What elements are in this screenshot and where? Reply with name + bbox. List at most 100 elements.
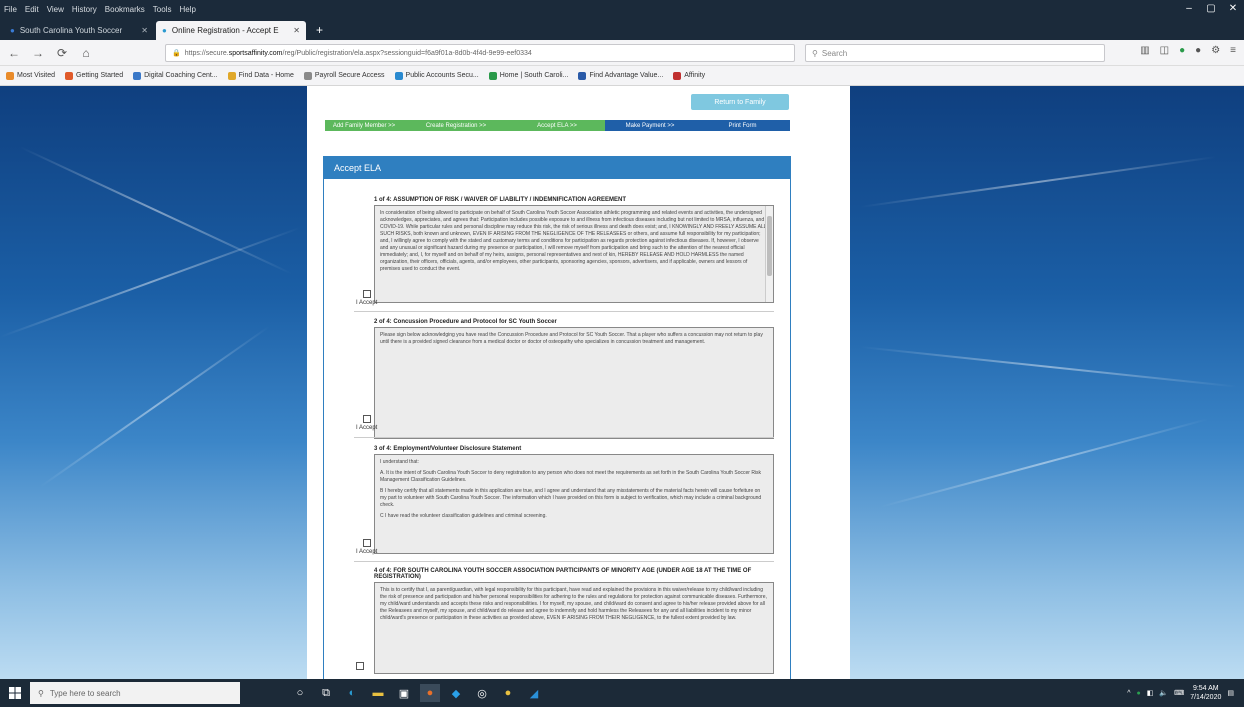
section-text-box[interactable]: I understand that: A. It is the intent o… [374,454,774,554]
tab-label: South Carolina Youth Soccer [19,26,123,35]
extension-icon[interactable]: ● [1179,45,1185,56]
bookmark-label: Payroll Secure Access [314,72,385,79]
store-icon[interactable]: ▣ [394,684,414,702]
task-view-icon[interactable]: ⧉ [316,684,336,702]
favicon-icon: ● [162,26,167,35]
maximize-button[interactable]: ▢ [1200,0,1222,18]
accept-checkbox-4[interactable] [356,662,364,672]
bookmark-label: Digital Coaching Cent... [144,72,218,79]
section-title: 1 of 4: ASSUMPTION OF RISK / WAIVER OF L… [374,197,627,203]
home-icon[interactable]: ⌂ [78,46,94,60]
close-tab-icon[interactable]: ✕ [293,26,300,35]
step-create-registration: Create Registration >> [403,120,509,131]
bookmark-label: Most Visited [17,72,55,79]
app-icon[interactable]: ● [498,684,518,702]
app-icon[interactable]: ◆ [446,684,466,702]
tray-app-icon[interactable]: ● [1137,690,1141,697]
menu-edit[interactable]: Edit [21,5,43,14]
scrollbar-thumb[interactable] [767,216,772,276]
return-to-family-button[interactable]: Return to Family [691,94,789,110]
checkbox[interactable] [356,662,364,670]
section-title: 2 of 4: Concussion Procedure and Protoco… [374,319,557,325]
checkbox[interactable] [362,290,371,298]
bookmark-item[interactable]: Most Visited [6,71,55,80]
section-text-box[interactable]: This is to certify that I, as parent/gua… [374,582,774,674]
sidebar-icon[interactable]: ◫ [1160,45,1169,56]
bookmark-item[interactable]: Digital Coaching Cent... [133,71,218,80]
scrollbar[interactable] [765,206,773,302]
bookmark-item[interactable]: Affinity [673,71,706,80]
checkbox[interactable] [362,415,371,423]
forward-icon[interactable]: → [30,46,46,60]
library-icon[interactable]: ▥ [1140,45,1149,56]
bookmark-item[interactable]: Getting Started [65,71,124,80]
reload-icon[interactable]: ⟳ [54,46,70,60]
windows-start-icon[interactable] [0,679,30,707]
keyboard-icon[interactable]: ⌨ [1174,689,1184,697]
search-input[interactable]: ⚲ Search [805,44,1105,62]
screen: File Edit View History Bookmarks Tools H… [0,0,1244,707]
menu-view[interactable]: View [43,5,68,14]
section-divider [354,437,774,438]
cortana-icon[interactable]: ○ [290,684,310,702]
background-streak [859,346,1239,388]
file-explorer-icon[interactable]: ▬ [368,684,388,702]
favicon-icon: ● [10,26,15,35]
menu-history[interactable]: History [68,5,101,14]
url-bar[interactable]: 🔒 https://secure. sportsaffinity.com/reg/… [165,44,795,62]
extension-icon[interactable]: ● [1195,45,1201,56]
ela-section-1: 1 of 4: ASSUMPTION OF RISK / WAIVER OF L… [374,197,774,303]
bookmark-item[interactable]: Find Advantage Value... [578,71,663,80]
bookmark-label: Getting Started [76,72,124,79]
menu-tools[interactable]: Tools [149,5,176,14]
bookmarks-bar: Most Visited Getting Started Digital Coa… [0,66,1244,86]
ela-section-2: 2 of 4: Concussion Procedure and Protoco… [374,319,774,439]
url-path: /reg/Public/registration/ela.aspx?sessio… [282,49,532,57]
network-icon[interactable]: ◧ [1147,689,1154,697]
tab-bar: ● South Carolina Youth Soccer ✕ ● Online… [0,18,1244,40]
notifications-icon[interactable]: ▤ [1227,689,1234,697]
chevron-up-icon[interactable]: ^ [1127,690,1130,697]
section-text-box[interactable]: Please sign below acknowledging you have… [374,327,774,439]
app-icon[interactable]: ◢ [524,684,544,702]
clock-time: 9:54 AM [1192,685,1219,692]
taskbar-search-input[interactable]: ⚲ Type here to search [30,682,240,704]
close-window-button[interactable]: ✕ [1222,0,1244,18]
bookmark-item[interactable]: Payroll Secure Access [303,71,385,80]
bookmark-label: Affinity [684,72,706,79]
url-domain: sportsaffinity.com [228,49,283,57]
accept-checkbox-1[interactable]: I Accept [356,290,377,306]
close-tab-icon[interactable]: ✕ [141,26,148,35]
section-text-box[interactable]: In consideration of being allowed to par… [374,205,774,303]
progress-steps: Add Family Member >> Create Registration… [325,120,790,131]
menu-bookmarks[interactable]: Bookmarks [101,5,149,14]
hamburger-menu-icon[interactable]: ≡ [1230,45,1236,56]
bookmark-item[interactable]: Public Accounts Secu... [394,71,479,80]
bookmark-item[interactable]: Find Data - Home [227,71,294,80]
bookmark-favicon-icon [133,71,142,80]
minimize-button[interactable]: – [1178,0,1200,18]
checkbox[interactable] [362,539,371,547]
page-viewport[interactable]: Return to Family Add Family Member >> Cr… [0,86,1244,679]
new-tab-button[interactable]: + [308,21,331,40]
chrome-icon[interactable]: ◎ [472,684,492,702]
step-add-family-member: Add Family Member >> [325,120,403,131]
tab-online-registration[interactable]: ● Online Registration - Accept E ✕ [156,21,306,40]
firefox-icon[interactable]: ● [420,684,440,702]
bookmark-item[interactable]: Home | South Caroli... [488,71,568,80]
menu-help[interactable]: Help [175,5,199,14]
back-icon[interactable]: ← [6,46,22,60]
extension-icon[interactable]: ⚙ [1211,45,1220,56]
menu-file[interactable]: File [0,5,21,14]
bookmark-favicon-icon [673,71,682,80]
tab-label: Online Registration - Accept E [171,26,279,35]
accept-checkbox-3[interactable]: I Accept [356,539,377,555]
accept-checkbox-2[interactable]: I Accept [356,415,377,431]
tab-south-carolina-youth-soccer[interactable]: ● South Carolina Youth Soccer ✕ [4,21,154,40]
edge-icon[interactable]: ◐ [342,684,362,702]
clock[interactable]: 9:54 AM 7/14/2020 [1190,684,1221,702]
volume-icon[interactable]: 🔈 [1159,689,1168,697]
bookmark-favicon-icon [578,71,587,80]
accept-label: I Accept [356,300,378,306]
bookmark-favicon-icon [488,71,497,80]
